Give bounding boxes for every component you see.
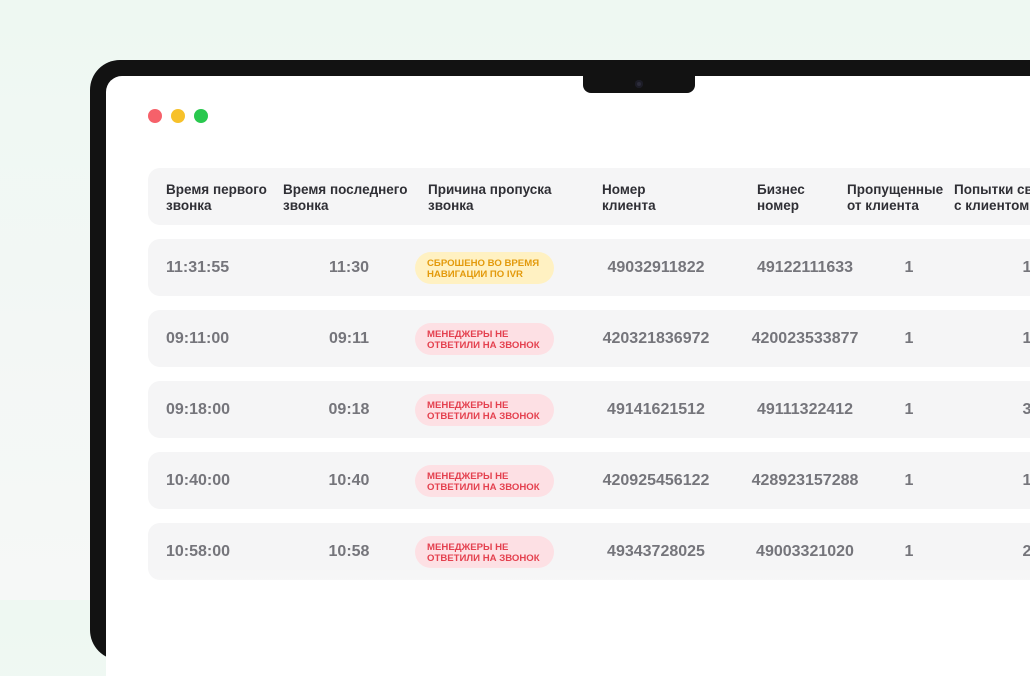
miss-reason-badge: МЕНЕДЖЕРЫ НЕ ОТВЕТИЛИ НА ЗВОНОК	[415, 536, 554, 568]
miss-reason-badge: СБРОШЕНО ВО ВРЕМЯ НАВИГАЦИИ ПО IVR	[415, 252, 554, 284]
last-call-time-cell: 09:11	[328, 330, 370, 347]
business-number-cell: 420023533877	[751, 330, 859, 347]
business-number-cell: 49003321020	[756, 543, 854, 560]
camera-notch	[583, 76, 695, 93]
attempts-count-cell: 1	[1022, 259, 1030, 276]
missed-count-cell: 1	[904, 543, 914, 560]
miss-reason-badge: МЕНЕДЖЕРЫ НЕ ОТВЕТИЛИ НА ЗВОНОК	[415, 323, 554, 355]
bottom-fade-overlay	[106, 566, 1030, 676]
table-row[interactable]: 11:31:55 11:30 49032911822 49122111633 1 1 СБР…	[148, 239, 1030, 296]
last-call-time-cell: 10:40	[328, 472, 370, 489]
miss-reason-badge: МЕНЕДЖЕРЫ НЕ ОТВЕТИЛИ НА ЗВОНОК	[415, 394, 554, 426]
attempts-count-cell: 3	[1022, 401, 1030, 418]
last-call-time-cell: 10:58	[328, 543, 370, 560]
first-call-time-cell: 10:40:00	[166, 472, 231, 489]
client-number-cell: 420925456122	[602, 472, 710, 489]
client-number-cell: 420321836972	[602, 330, 710, 347]
column-header-business-number[interactable]: Бизнес номер	[757, 182, 837, 214]
close-window-button[interactable]	[148, 109, 162, 123]
attempts-count-cell: 2	[1022, 543, 1030, 560]
missed-calls-table: Время первого звонка Время последнего зв…	[148, 168, 1030, 580]
missed-count-cell: 1	[904, 330, 914, 347]
missed-count-cell: 1	[904, 401, 914, 418]
camera-icon	[635, 80, 643, 88]
column-header-first-call-time[interactable]: Время первого звонка	[166, 182, 276, 214]
attempts-count-cell: 1	[1022, 330, 1030, 347]
last-call-time-cell: 11:30	[328, 259, 370, 276]
business-number-cell: 428923157288	[751, 472, 859, 489]
window-controls	[148, 109, 208, 123]
attempts-count-cell: 1	[1022, 472, 1030, 489]
business-number-cell: 49111322412	[756, 401, 854, 418]
column-header-last-call-time[interactable]: Время последнего звонка	[283, 182, 418, 214]
maximize-window-button[interactable]	[194, 109, 208, 123]
column-header-client-number[interactable]: Номер клиента	[602, 182, 682, 214]
first-call-time-cell: 11:31:55	[166, 259, 230, 276]
missed-count-cell: 1	[904, 472, 914, 489]
missed-count-cell: 1	[904, 259, 914, 276]
column-header-contact-attempts[interactable]: Попытки связи с клиентом	[954, 182, 1030, 214]
minimize-window-button[interactable]	[171, 109, 185, 123]
table-row[interactable]: 10:58:00 10:58 49343728025 49003321020 1 2 МЕН…	[148, 523, 1030, 580]
table-body: 11:31:55 11:30 49032911822 49122111633 1 1 СБР…	[148, 239, 1030, 580]
column-header-missed-from-client[interactable]: Пропущенные от клиента	[847, 182, 952, 214]
table-header: Время первого звонка Время последнего зв…	[148, 168, 1030, 225]
first-call-time-cell: 10:58:00	[166, 543, 231, 560]
client-number-cell: 49032911822	[607, 259, 705, 276]
table-row[interactable]: 09:18:00 09:18 49141621512 49111322412 1 3 МЕН…	[148, 381, 1030, 438]
last-call-time-cell: 09:18	[328, 401, 370, 418]
table-row[interactable]: 10:40:00 10:40 420925456122 428923157288 1 1 М…	[148, 452, 1030, 509]
client-number-cell: 49141621512	[607, 401, 705, 418]
business-number-cell: 49122111633	[756, 259, 854, 276]
first-call-time-cell: 09:11:00	[166, 330, 230, 347]
client-number-cell: 49343728025	[607, 543, 705, 560]
table-row[interactable]: 09:11:00 09:11 420321836972 420023533877 1 1 М…	[148, 310, 1030, 367]
app-screen: Время первого звонка Время последнего зв…	[106, 76, 1030, 676]
miss-reason-badge: МЕНЕДЖЕРЫ НЕ ОТВЕТИЛИ НА ЗВОНОК	[415, 465, 554, 497]
column-header-miss-reason[interactable]: Причина пропуска звонка	[428, 182, 563, 214]
first-call-time-cell: 09:18:00	[166, 401, 231, 418]
laptop-frame: Время первого звонка Время последнего зв…	[90, 60, 1030, 676]
